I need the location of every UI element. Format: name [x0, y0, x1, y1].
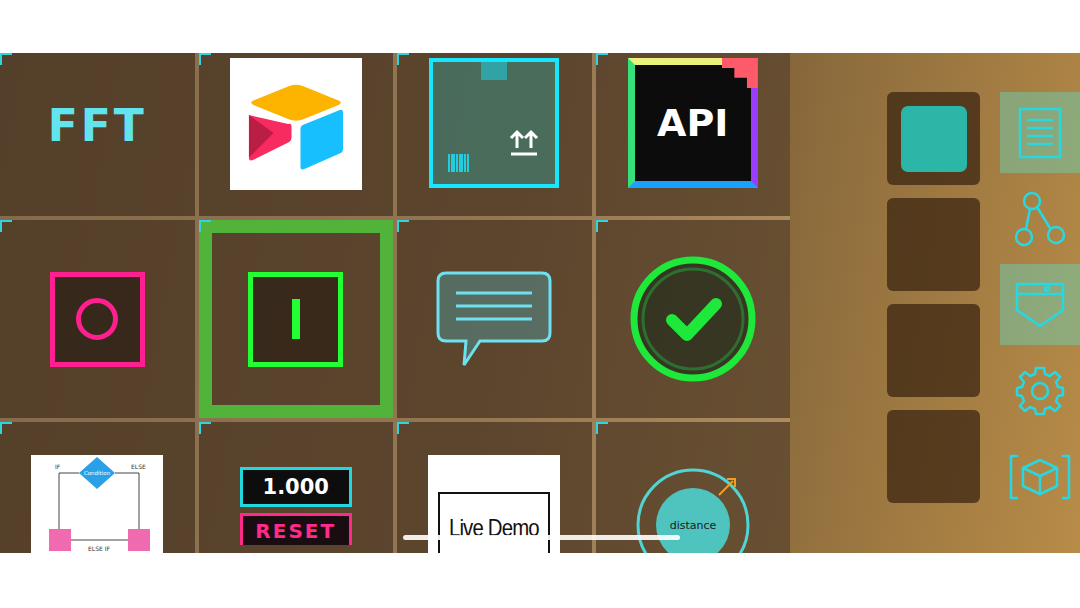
app-screen: FFT API IF Condition ELSE ELSE IF 1.000 RESET Li… — [0, 0, 1080, 608]
slot[interactable] — [887, 92, 980, 185]
grid-tile[interactable]: 1.000 RESET — [199, 422, 394, 553]
api-corner — [722, 58, 758, 88]
check-icon[interactable] — [628, 254, 758, 384]
airtable-logo — [230, 58, 362, 190]
grid-tile[interactable] — [0, 220, 195, 418]
pocket-icon — [1013, 280, 1067, 330]
toolbar-button[interactable] — [1000, 92, 1080, 173]
ar-box-icon — [1007, 452, 1073, 502]
grid-tile[interactable]: distance — [596, 422, 791, 553]
counter-value: 1.000 — [240, 467, 352, 507]
svg-text:Condition: Condition — [84, 470, 111, 476]
toolbar — [1000, 92, 1080, 553]
svg-text:ELSE: ELSE — [131, 463, 146, 470]
tile-grid: FFT API IF Condition ELSE ELSE IF 1.000 RESET Li… — [0, 53, 790, 553]
ring-icon — [76, 298, 118, 340]
on-toggle[interactable] — [248, 272, 343, 367]
svg-text:IF: IF — [55, 463, 61, 470]
svg-text:distance: distance — [669, 519, 716, 532]
grid-tile[interactable]: FFT — [0, 53, 195, 216]
flowchart-thumbnail: IF Condition ELSE ELSE IF — [31, 455, 163, 553]
workspace: FFT API IF Condition ELSE ELSE IF 1.000 RESET Li… — [0, 53, 1080, 553]
side-panel — [790, 53, 1080, 553]
slot-fill — [901, 106, 967, 172]
grid-tile[interactable]: IF Condition ELSE ELSE IF — [0, 422, 195, 553]
document-icon — [1016, 106, 1064, 160]
off-toggle[interactable] — [50, 272, 145, 367]
top-margin — [0, 0, 1080, 53]
chat-icon — [434, 269, 554, 369]
home-indicator[interactable] — [403, 535, 680, 540]
reset-button[interactable]: RESET — [240, 513, 352, 545]
grid-tile[interactable] — [199, 53, 394, 216]
grid-tile[interactable]: API — [596, 53, 791, 216]
toolbar-button[interactable] — [1000, 350, 1080, 431]
slot-column — [887, 92, 980, 553]
slot[interactable] — [887, 410, 980, 503]
bar-icon — [292, 299, 300, 339]
slot[interactable] — [887, 198, 980, 291]
grid-tile[interactable]: Live Demo — [397, 422, 592, 553]
flowchart-diagram: IF Condition ELSE ELSE IF — [31, 455, 163, 553]
grid-tile[interactable] — [397, 220, 592, 418]
airtable-logo-icon — [240, 68, 352, 180]
slot[interactable] — [887, 304, 980, 397]
package-tile — [429, 58, 559, 188]
fft-label: FFT — [48, 100, 147, 151]
live-demo-frame: Live Demo — [438, 492, 550, 553]
grid-tile[interactable] — [397, 53, 592, 216]
toolbar-button[interactable] — [1000, 436, 1080, 517]
svg-text:ELSE IF: ELSE IF — [88, 545, 110, 552]
grid-tile[interactable] — [199, 220, 394, 418]
gear-icon — [1013, 364, 1067, 418]
package-icon — [433, 62, 555, 184]
api-tile: API — [628, 58, 758, 188]
share-icon — [1012, 189, 1068, 249]
toolbar-button[interactable] — [1000, 264, 1080, 345]
bottom-margin — [0, 553, 1080, 608]
api-label: API — [657, 101, 728, 145]
toolbar-button[interactable] — [1000, 178, 1080, 259]
grid-tile[interactable] — [596, 220, 791, 418]
counter-widget: 1.000 RESET — [240, 467, 352, 545]
